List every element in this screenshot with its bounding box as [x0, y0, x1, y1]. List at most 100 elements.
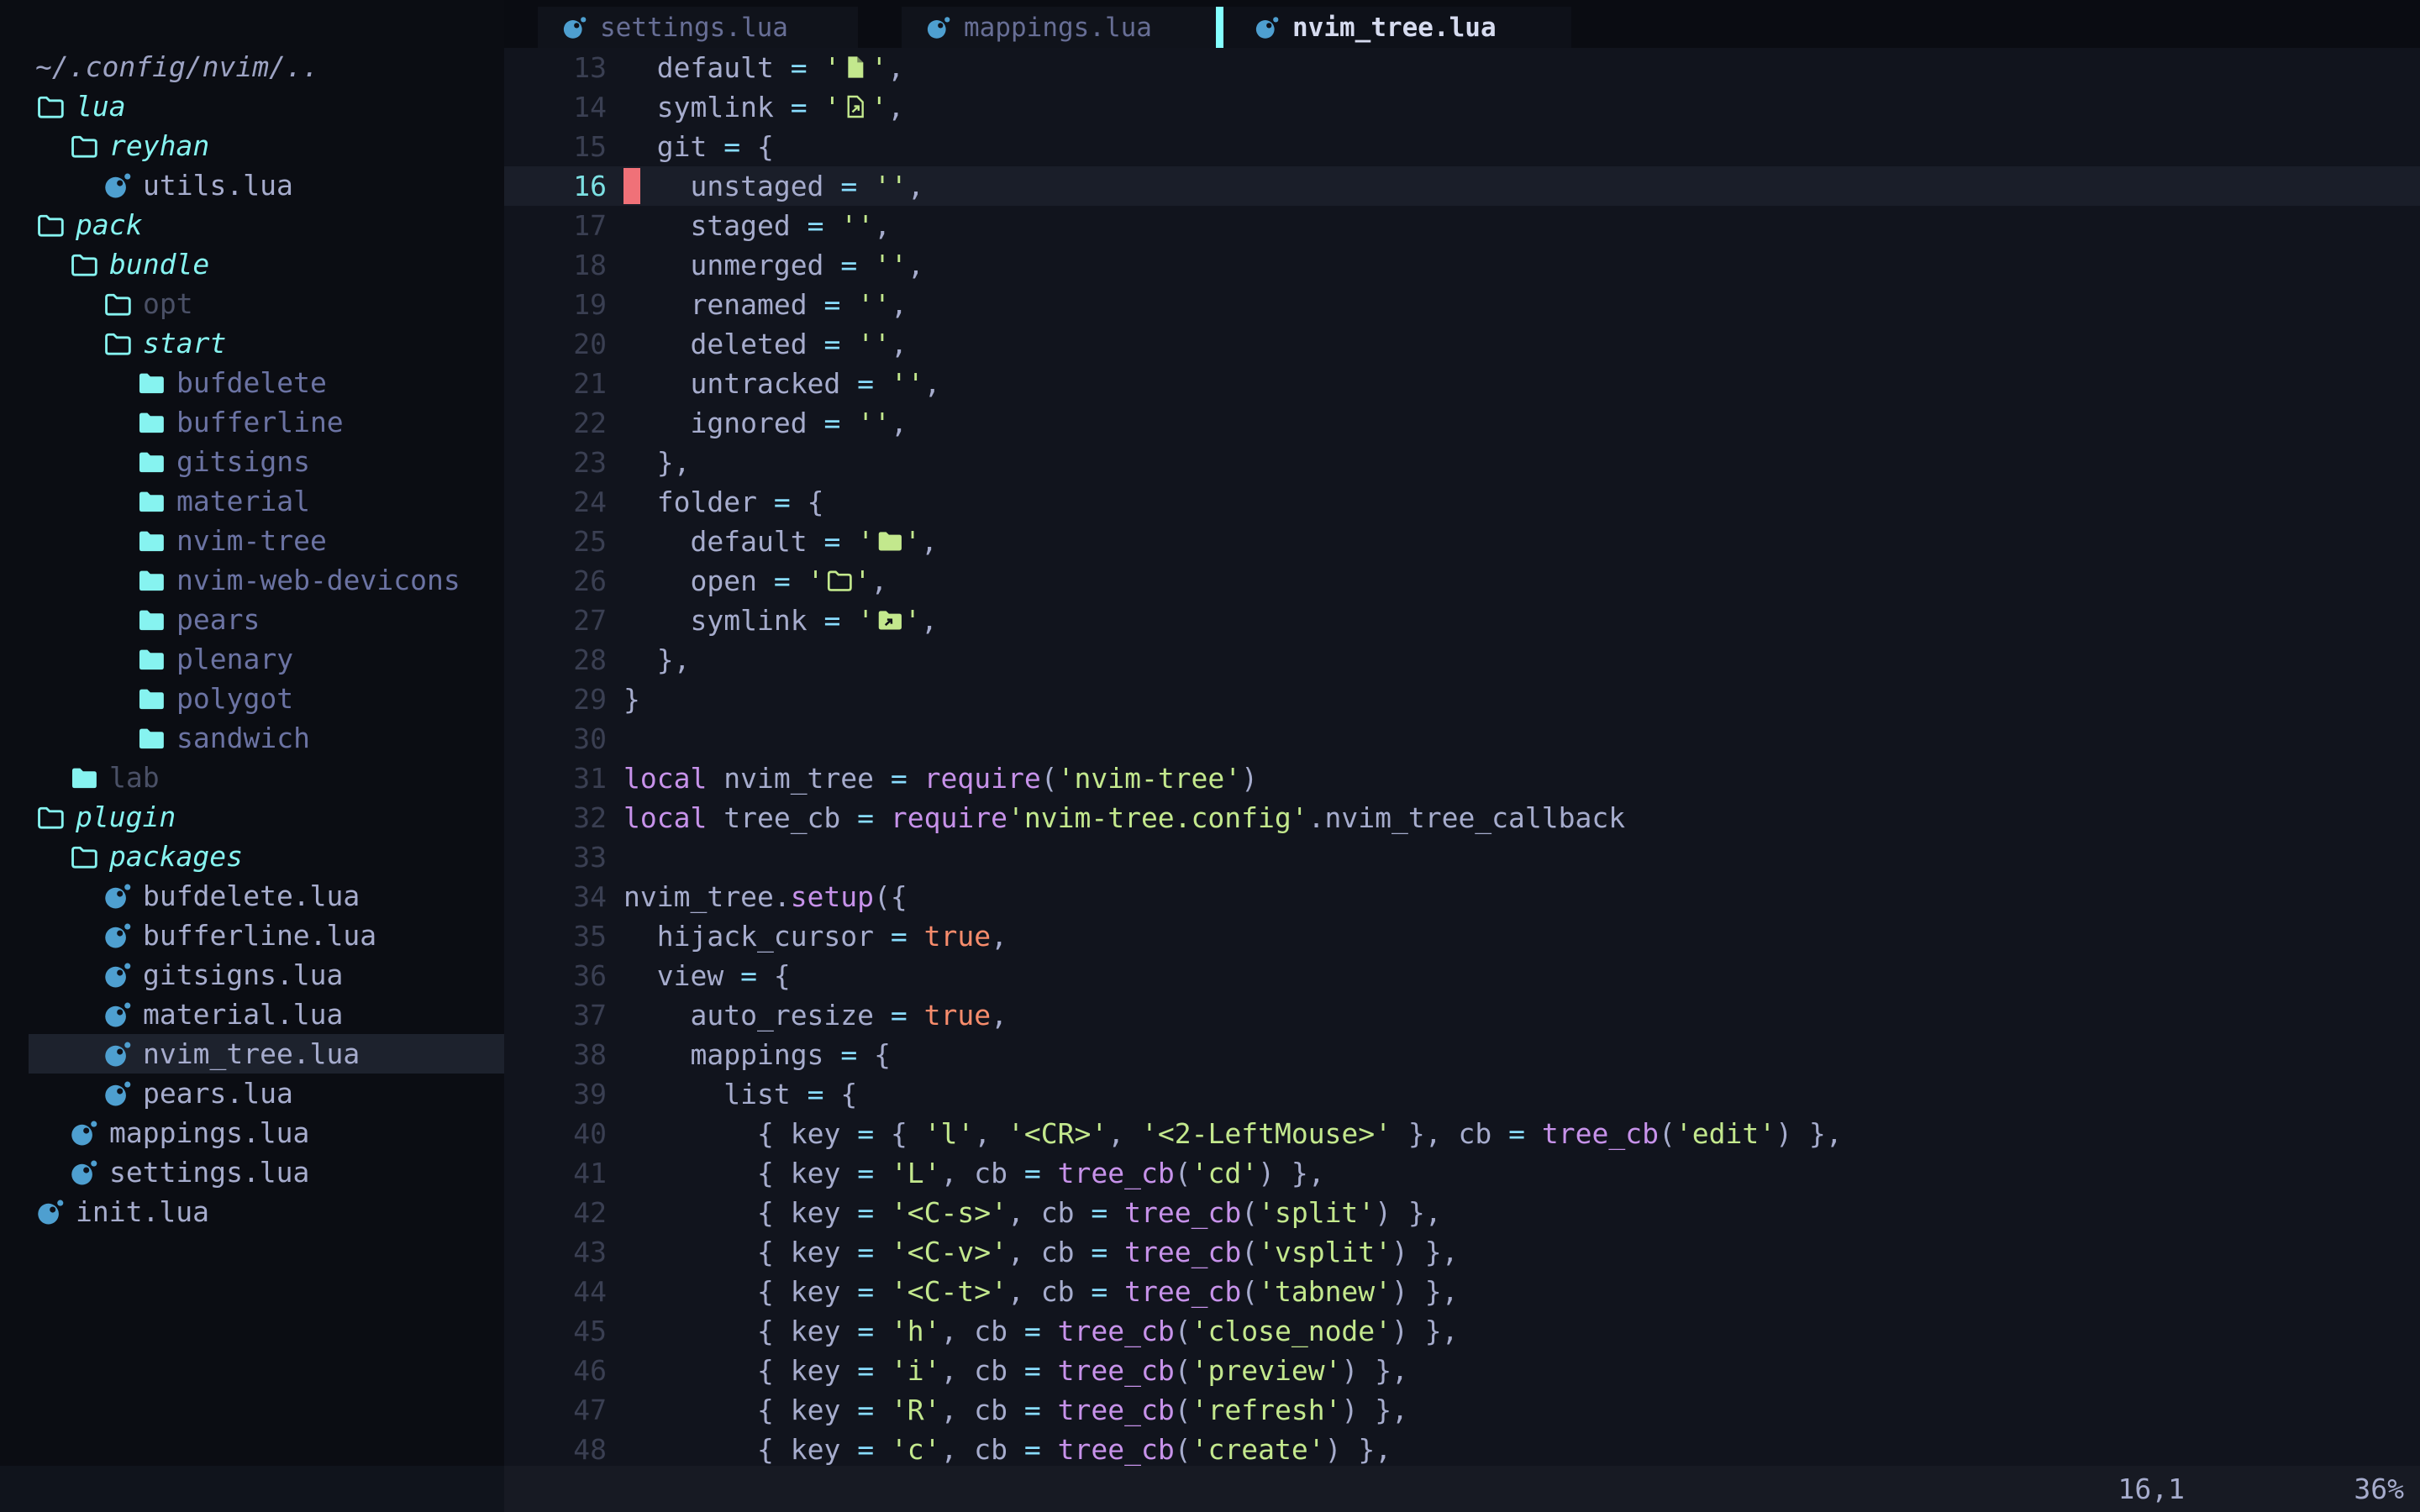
tree-item-material[interactable]: material	[0, 481, 504, 521]
tree-item-plugin[interactable]: plugin	[0, 797, 504, 837]
tree-item-packages[interactable]: packages	[0, 837, 504, 876]
tree-item-start[interactable]: start	[0, 323, 504, 363]
code-text: default = '',	[607, 51, 904, 84]
tree-item-settings-lua[interactable]: settings.lua	[0, 1152, 504, 1192]
code-line-31[interactable]: 31local nvim_tree = require('nvim-tree')	[504, 759, 2420, 798]
lua-icon	[67, 1157, 99, 1189]
code-line-30[interactable]: 30	[504, 719, 2420, 759]
tree-item-init-lua[interactable]: init.lua	[0, 1192, 504, 1231]
code-text: git = {	[607, 130, 774, 163]
line-number: 46	[504, 1354, 607, 1387]
tree-item-mappings-lua[interactable]: mappings.lua	[0, 1113, 504, 1152]
file-icon	[842, 53, 869, 81]
code-line-39[interactable]: 39 list = {	[504, 1074, 2420, 1114]
tree-item-plenary[interactable]: plenary	[0, 639, 504, 679]
code-line-20[interactable]: 20 deleted = '',	[504, 324, 2420, 364]
code-line-13[interactable]: 13 default = '',	[504, 48, 2420, 87]
code-buffer[interactable]: 13 default = '',14 symlink = '',15 git =…	[504, 48, 2420, 1469]
tab-settings-lua[interactable]: settings.lua	[538, 7, 858, 48]
code-line-44[interactable]: 44 { key = '<C-t>', cb = tree_cb('tabnew…	[504, 1272, 2420, 1311]
code-line-23[interactable]: 23 },	[504, 443, 2420, 482]
line-number: 15	[504, 130, 607, 163]
line-number: 32	[504, 801, 607, 834]
tree-item-gitsigns[interactable]: gitsigns	[0, 442, 504, 481]
code-line-19[interactable]: 19 renamed = '',	[504, 285, 2420, 324]
line-number: 17	[504, 209, 607, 242]
lua-icon	[101, 1078, 133, 1110]
code-line-32[interactable]: 32local tree_cb = require'nvim-tree.conf…	[504, 798, 2420, 837]
folder-open-icon	[825, 566, 852, 595]
code-line-29[interactable]: 29}	[504, 680, 2420, 719]
tree-item-pears-lua[interactable]: pears.lua	[0, 1074, 504, 1113]
code-line-24[interactable]: 24 folder = {	[504, 482, 2420, 522]
scroll-percent: 36%	[2354, 1466, 2404, 1512]
line-number: 23	[504, 446, 607, 479]
code-line-37[interactable]: 37 auto_resize = true,	[504, 995, 2420, 1035]
code-text: renamed = '',	[607, 288, 908, 321]
code-line-48[interactable]: 48 { key = 'c', cb = tree_cb('create') }…	[504, 1430, 2420, 1469]
tree-item-utils-lua[interactable]: utils.lua	[0, 165, 504, 205]
folder-icon	[134, 722, 166, 754]
code-line-34[interactable]: 34nvim_tree.setup({	[504, 877, 2420, 916]
tree-item-sandwich[interactable]: sandwich	[0, 718, 504, 758]
code-line-25[interactable]: 25 default = '',	[504, 522, 2420, 561]
code-line-16[interactable]: 16 unstaged = '',	[504, 166, 2420, 206]
code-text: open = '',	[607, 564, 887, 597]
tree-item-config-nvim[interactable]: ~/.config/nvim/..	[0, 47, 504, 87]
tree-item-gitsigns-lua[interactable]: gitsigns.lua	[0, 955, 504, 995]
tree-item-label: pears.lua	[143, 1077, 293, 1110]
code-line-21[interactable]: 21 untracked = '',	[504, 364, 2420, 403]
code-line-33[interactable]: 33	[504, 837, 2420, 877]
folder-open-icon	[34, 209, 66, 241]
code-line-47[interactable]: 47 { key = 'R', cb = tree_cb('refresh') …	[504, 1390, 2420, 1430]
tree-item-nvim-tree-lua[interactable]: nvim_tree.lua	[0, 1034, 504, 1074]
tree-item-lua[interactable]: lua	[0, 87, 504, 126]
tab-label: nvim_tree.lua	[1292, 13, 1497, 43]
code-line-45[interactable]: 45 { key = 'h', cb = tree_cb('close_node…	[504, 1311, 2420, 1351]
tree-item-label: plugin	[76, 801, 176, 833]
tab-mappings-lua[interactable]: mappings.lua	[902, 7, 1216, 48]
code-text: { key = '<C-t>', cb = tree_cb('tabnew') …	[607, 1275, 1459, 1308]
line-number: 40	[504, 1117, 607, 1150]
tree-item-nvim-tree[interactable]: nvim-tree	[0, 521, 504, 560]
code-line-43[interactable]: 43 { key = '<C-v>', cb = tree_cb('vsplit…	[504, 1232, 2420, 1272]
tree-item-label: bundle	[109, 248, 209, 281]
code-text: { key = 'R', cb = tree_cb('refresh') },	[607, 1394, 1408, 1426]
code-line-41[interactable]: 41 { key = 'L', cb = tree_cb('cd') },	[504, 1153, 2420, 1193]
code-line-38[interactable]: 38 mappings = {	[504, 1035, 2420, 1074]
tab-nvim-tree-lua[interactable]: nvim_tree.lua	[1216, 7, 1571, 48]
tree-item-bundle[interactable]: bundle	[0, 244, 504, 284]
code-line-18[interactable]: 18 unmerged = '',	[504, 245, 2420, 285]
tree-item-pack[interactable]: pack	[0, 205, 504, 244]
code-line-27[interactable]: 27 symlink = '',	[504, 601, 2420, 640]
code-line-40[interactable]: 40 { key = { 'l', '<CR>', '<2-LeftMouse>…	[504, 1114, 2420, 1153]
code-line-35[interactable]: 35 hijack_cursor = true,	[504, 916, 2420, 956]
line-number: 37	[504, 999, 607, 1032]
tree-item-bufferline[interactable]: bufferline	[0, 402, 504, 442]
tree-item-bufferline-lua[interactable]: bufferline.lua	[0, 916, 504, 955]
tree-item-lab[interactable]: lab	[0, 758, 504, 797]
tree-item-material-lua[interactable]: material.lua	[0, 995, 504, 1034]
code-line-26[interactable]: 26 open = '',	[504, 561, 2420, 601]
tree-item-pears[interactable]: pears	[0, 600, 504, 639]
code-line-36[interactable]: 36 view = {	[504, 956, 2420, 995]
code-line-46[interactable]: 46 { key = 'i', cb = tree_cb('preview') …	[504, 1351, 2420, 1390]
tree-item-reyhan[interactable]: reyhan	[0, 126, 504, 165]
code-line-28[interactable]: 28 },	[504, 640, 2420, 680]
code-line-42[interactable]: 42 { key = '<C-s>', cb = tree_cb('split'…	[504, 1193, 2420, 1232]
line-number: 21	[504, 367, 607, 400]
tree-item-bufdelete-lua[interactable]: bufdelete.lua	[0, 876, 504, 916]
folder-icon	[134, 367, 166, 399]
code-line-15[interactable]: 15 git = {	[504, 127, 2420, 166]
code-line-22[interactable]: 22 ignored = '',	[504, 403, 2420, 443]
code-text: auto_resize = true,	[607, 999, 1007, 1032]
lua-icon	[101, 959, 133, 991]
tree-item-label: nvim_tree.lua	[143, 1037, 360, 1070]
code-line-14[interactable]: 14 symlink = '',	[504, 87, 2420, 127]
tree-item-polygot[interactable]: polygot	[0, 679, 504, 718]
code-text: }	[607, 683, 640, 716]
tree-item-nvim-web-devicons[interactable]: nvim-web-devicons	[0, 560, 504, 600]
tree-item-bufdelete[interactable]: bufdelete	[0, 363, 504, 402]
code-line-17[interactable]: 17 staged = '',	[504, 206, 2420, 245]
tree-item-opt[interactable]: opt	[0, 284, 504, 323]
